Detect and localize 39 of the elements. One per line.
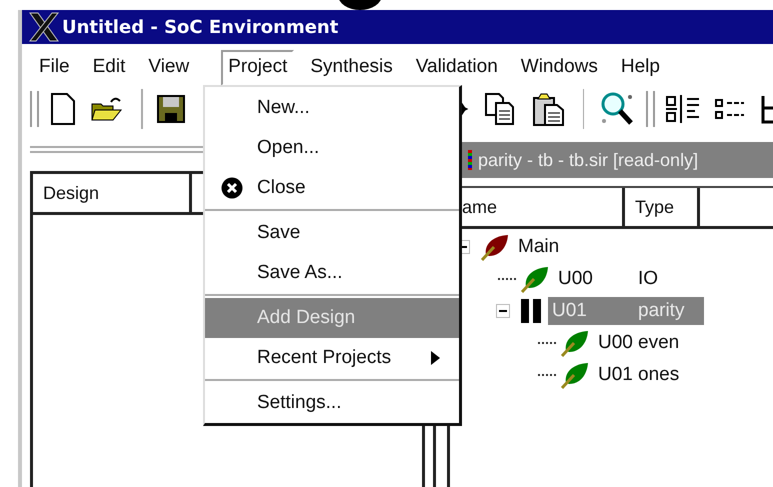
- menu-item[interactable]: File: [32, 50, 77, 86]
- open-folder-icon[interactable]: [90, 96, 123, 122]
- column-header[interactable]: Design: [33, 174, 192, 212]
- new-file-icon[interactable]: [50, 93, 75, 125]
- tree-item[interactable]: Main: [514, 233, 564, 261]
- copy-icon[interactable]: [484, 93, 514, 125]
- menu-option[interactable]: New...: [205, 88, 459, 128]
- menu-item[interactable]: Validation: [408, 50, 505, 86]
- toolbar-grip[interactable]: [646, 91, 655, 127]
- menu-option[interactable]: Open...: [205, 128, 459, 168]
- type-cell-text: ones: [637, 363, 680, 387]
- type-cell-text: even: [637, 331, 680, 355]
- column-header[interactable]: Type: [625, 188, 700, 226]
- collapse-toggle[interactable]: [496, 304, 510, 318]
- document-title: parity - tb - tb.sir [read-only]: [478, 150, 698, 170]
- menu-item[interactable]: Windows: [514, 50, 605, 86]
- menu-item[interactable]: View: [141, 50, 196, 86]
- save-icon[interactable]: [156, 95, 184, 123]
- toolbar-icon[interactable]: [761, 94, 773, 124]
- menu-item[interactable]: Help: [614, 50, 667, 86]
- type-cell-text: IO: [637, 267, 660, 291]
- menu-item[interactable]: Edit: [86, 50, 132, 86]
- menu-option[interactable]: Settings...: [205, 383, 459, 423]
- submenu-arrow-icon: [431, 351, 440, 365]
- tree-item[interactable]: U00: [554, 265, 597, 293]
- type-cell: parity: [634, 297, 704, 325]
- menu-item[interactable]: Synthesis: [303, 50, 400, 86]
- tree-item[interactable]: U01: [594, 361, 637, 389]
- tree-item[interactable]: U00: [594, 329, 637, 357]
- menu-option[interactable]: Recent Projects: [205, 338, 459, 378]
- toolbar-grip[interactable]: [30, 91, 39, 127]
- close-icon: [221, 177, 243, 199]
- document-icon: [468, 150, 472, 170]
- detail-view-icon[interactable]: [665, 93, 701, 125]
- x-logo-icon: [28, 12, 60, 42]
- window-title: Untitled - SoC Environment: [62, 16, 338, 38]
- menu-option[interactable]: Save As...: [205, 253, 459, 293]
- list-view-icon[interactable]: [715, 96, 745, 122]
- paste-icon[interactable]: [532, 92, 564, 126]
